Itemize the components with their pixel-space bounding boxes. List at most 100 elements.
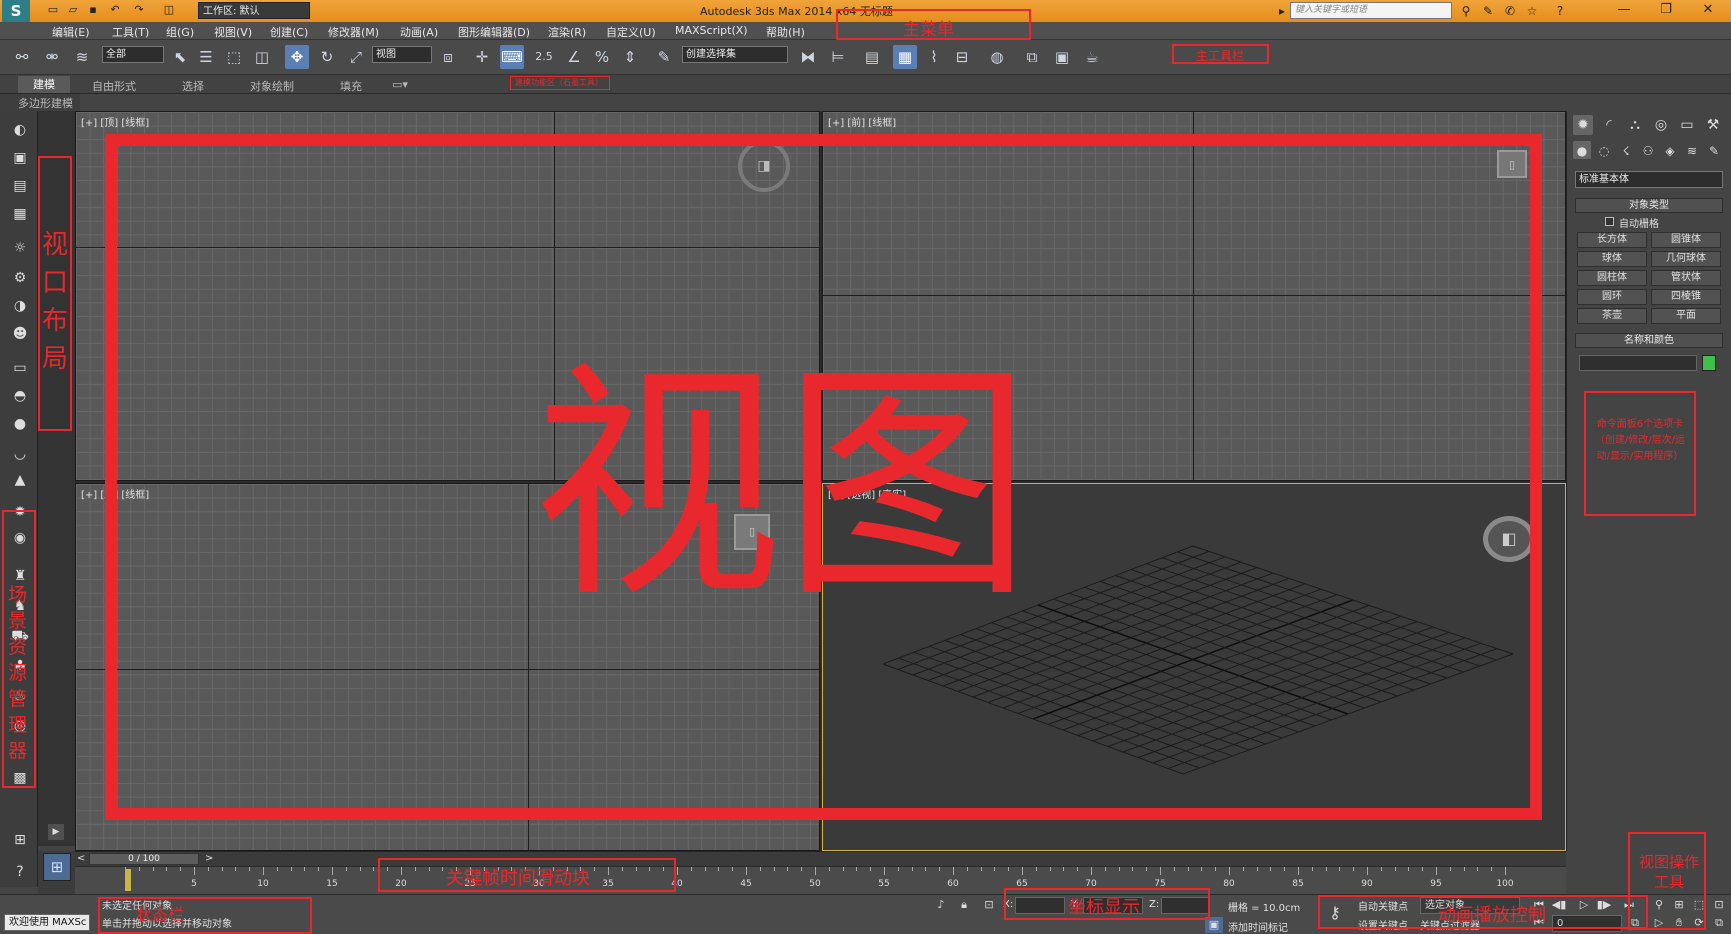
lock-selection-icon[interactable]: 🔒︎ <box>955 897 973 913</box>
menu-graph-editors[interactable]: 图形编辑器(D) <box>458 24 530 40</box>
camera-icon[interactable]: ⚙ <box>9 267 31 289</box>
keyboard-shortcut-toggle-icon[interactable]: ⌨ <box>500 45 524 69</box>
selection-filter-dropdown[interactable]: 全部 <box>102 46 164 63</box>
object-color-swatch[interactable] <box>1702 355 1716 371</box>
link-icon[interactable]: ⚯ <box>10 45 34 69</box>
pyramid-button[interactable]: 四棱锥 <box>1651 289 1721 305</box>
geosphere-button[interactable]: 几何球体 <box>1651 251 1721 267</box>
time-slider-thumb[interactable]: 0 / 100 <box>89 853 199 865</box>
menu-edit[interactable]: 编辑(E) <box>52 24 90 40</box>
people-icon[interactable]: ☻ <box>9 323 31 345</box>
search-input[interactable]: 键入关键字或短语 <box>1290 2 1452 19</box>
help-circle-icon[interactable]: ? <box>9 861 31 883</box>
ribbon-tab-freeform[interactable]: 自由形式 <box>92 78 136 94</box>
cylinder-button[interactable]: 圆柱体 <box>1577 270 1647 286</box>
layer-manager-icon[interactable]: ▤ <box>860 45 884 69</box>
isolate-icon[interactable]: ♪ <box>932 897 950 913</box>
cone-button[interactable]: 圆锥体 <box>1651 232 1721 248</box>
menu-customize[interactable]: 自定义(U) <box>606 24 656 40</box>
lights-icon[interactable]: ☇ <box>1617 141 1635 159</box>
display-geometry-icon[interactable]: ▣ <box>9 147 31 169</box>
new-file-icon[interactable]: ▭ <box>46 3 60 17</box>
box-button[interactable]: 长方体 <box>1577 232 1647 248</box>
systems-icon[interactable]: ✎ <box>1705 141 1723 159</box>
edit-named-selection-icon[interactable]: ✎ <box>652 45 676 69</box>
select-rotate-icon[interactable]: ↻ <box>315 45 339 69</box>
prev-frame-icon[interactable]: < <box>77 853 85 864</box>
sphere-icon[interactable]: ● <box>9 413 31 435</box>
menu-modifiers[interactable]: 修改器(M) <box>328 24 379 40</box>
menu-tools[interactable]: 工具(T) <box>112 24 149 40</box>
curve-editor-icon[interactable]: ⌇ <box>922 45 946 69</box>
polygon-modeling-label[interactable]: 多边形建模 <box>18 95 73 111</box>
sphere-button[interactable]: 球体 <box>1577 251 1647 267</box>
rendered-frame-window-icon[interactable]: ▣ <box>1050 45 1074 69</box>
favorites-star-icon[interactable]: ☆ <box>1524 3 1540 19</box>
select-by-name-icon[interactable]: ☰ <box>194 45 218 69</box>
shapes-icon[interactable]: ◌ <box>1595 141 1613 159</box>
modify-tab-icon[interactable]: ◜ <box>1599 115 1619 135</box>
cameras-icon[interactable]: ⚇ <box>1639 141 1657 159</box>
create-tab-icon[interactable]: ✹ <box>1573 115 1593 135</box>
menu-animation[interactable]: 动画(A) <box>400 24 438 40</box>
bowl-icon[interactable]: ◡ <box>9 443 31 465</box>
absolute-mode-icon[interactable]: ⊡ <box>980 897 998 913</box>
viewport-label[interactable]: [+] [顶] [线框] <box>81 114 149 129</box>
redo-icon[interactable]: ↷ <box>132 3 146 17</box>
rollout-object-type[interactable]: 对象类型 <box>1575 198 1723 213</box>
rect-selection-icon[interactable]: ⬚ <box>222 45 246 69</box>
hierarchy-tab-icon[interactable]: ⛬ <box>1625 115 1645 135</box>
manipulate-icon[interactable]: ✛ <box>470 45 494 69</box>
search-expand-icon[interactable]: ▸ <box>1274 3 1290 19</box>
undo-icon[interactable]: ↶ <box>108 3 122 17</box>
spinner-snap-icon[interactable]: ⇕ <box>618 45 642 69</box>
primitive-type-dropdown[interactable]: 标准基本体 <box>1575 171 1723 188</box>
utilities-tab-icon[interactable]: ⚒ <box>1703 115 1723 135</box>
light-bulb-icon[interactable]: ☼ <box>9 237 31 259</box>
display-lights-icon[interactable]: ▦ <box>9 203 31 225</box>
percent-snap-icon[interactable]: % <box>590 45 614 69</box>
autogrid-checkbox[interactable] <box>1605 217 1614 226</box>
menu-create[interactable]: 创建(C) <box>270 24 308 40</box>
ribbon-tab-object-paint[interactable]: 对象绘制 <box>250 78 294 94</box>
window-crossing-icon[interactable]: ◫ <box>250 45 274 69</box>
viewport-label[interactable]: [+] [前] [线框] <box>828 114 896 129</box>
material-editor-icon[interactable]: ◍ <box>985 45 1009 69</box>
render-production-icon[interactable]: ☕ <box>1080 45 1104 69</box>
motion-tab-icon[interactable]: ◎ <box>1651 115 1671 135</box>
schematic-view-icon[interactable]: ⊟ <box>950 45 974 69</box>
plane-button[interactable]: 平面 <box>1651 308 1721 324</box>
torus-button[interactable]: 圆环 <box>1577 289 1647 305</box>
open-file-icon[interactable]: ▱ <box>66 3 80 17</box>
display-none-icon[interactable]: ◐ <box>9 119 31 141</box>
add-time-tag[interactable]: 添加时间标记 <box>1228 919 1288 934</box>
save-icon[interactable]: ▪ <box>86 3 100 17</box>
sync-icon[interactable]: ◑ <box>9 295 31 317</box>
mirror-icon[interactable]: ⧓ <box>796 45 820 69</box>
expand-arrow-icon[interactable]: ▶ <box>48 824 64 840</box>
maxscript-listener[interactable]: 欢迎使用 MAXSc <box>4 914 90 931</box>
space-warps-icon[interactable]: ≋ <box>1683 141 1701 159</box>
frame-icon[interactable]: ▭ <box>9 357 31 379</box>
named-selection-dropdown[interactable]: 创建选择集 <box>682 46 788 63</box>
graphite-toolbar-icon[interactable]: ▦ <box>893 45 917 69</box>
viewport-layout-icon[interactable]: ⊞ <box>43 853 71 881</box>
tube-button[interactable]: 管状体 <box>1651 270 1721 286</box>
unlink-icon[interactable]: ⚮ <box>40 45 64 69</box>
align-icon[interactable]: ⊨ <box>826 45 850 69</box>
display-shapes-icon[interactable]: ▤ <box>9 175 31 197</box>
reference-coord-dropdown[interactable]: 视图 <box>372 46 432 63</box>
bind-space-warp-icon[interactable]: ≋ <box>70 45 94 69</box>
ribbon-tab-populate[interactable]: 填充 <box>340 78 362 94</box>
project-folder-icon[interactable]: ◫ <box>162 3 176 17</box>
menu-group[interactable]: 组(G) <box>166 24 194 40</box>
minimize-button[interactable]: — <box>1606 0 1642 20</box>
render-setup-icon[interactable]: ⧉ <box>1020 45 1044 69</box>
select-scale-icon[interactable]: ⤢ <box>344 45 368 69</box>
pivot-center-icon[interactable]: ⧈ <box>436 45 460 69</box>
subscription-icon[interactable]: ✎ <box>1480 3 1496 19</box>
zoom-extents-all-icon[interactable]: ⊡ <box>1710 897 1728 913</box>
teapot-button[interactable]: 茶壶 <box>1577 308 1647 324</box>
restore-button[interactable]: ❐ <box>1648 0 1684 20</box>
layer-explorer-icon[interactable]: ⊞ <box>9 829 31 851</box>
